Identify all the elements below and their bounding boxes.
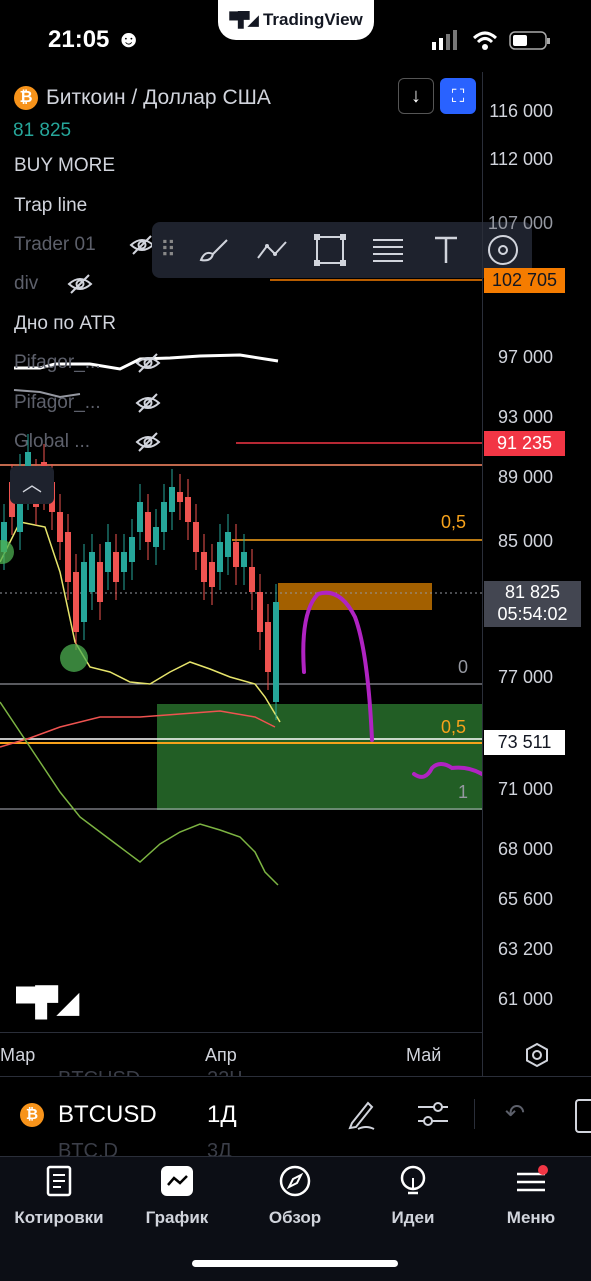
signal-circle	[60, 644, 88, 672]
candle-body	[177, 492, 183, 502]
drawing-toolbar[interactable]: ⠿	[152, 222, 532, 278]
tab-ideas[interactable]: Идеи	[354, 1165, 472, 1228]
symbol-ticker-button[interactable]: BTCUSD	[58, 1101, 157, 1129]
symbol-price: 81 825	[13, 120, 72, 141]
home-indicator	[192, 1260, 398, 1267]
status-icons	[432, 30, 550, 50]
candle-body	[121, 552, 127, 572]
candle-body	[81, 562, 87, 622]
candle-body	[217, 542, 223, 572]
brush-icon[interactable]	[197, 234, 231, 266]
tab-chart[interactable]: График	[118, 1165, 236, 1228]
pencil-icon[interactable]	[344, 1097, 378, 1131]
text-tool-icon[interactable]	[429, 234, 463, 266]
candle-body	[265, 622, 271, 672]
tab-overview[interactable]: Обзор	[236, 1165, 354, 1228]
lightbulb-icon	[400, 1165, 426, 1195]
eye-hidden-icon[interactable]	[135, 352, 161, 374]
legend-pifagor-2[interactable]: Pifagor_...	[14, 392, 101, 414]
eye-hidden-icon[interactable]	[67, 273, 93, 295]
legend-pifagor-1[interactable]: Pifagor_...	[14, 352, 101, 374]
candle-body	[89, 552, 95, 592]
compass-icon	[279, 1165, 311, 1197]
collapse-legend-button[interactable]: ︿	[10, 466, 54, 504]
candle-body	[65, 532, 71, 582]
undo-icon[interactable]: ↶	[505, 1099, 525, 1128]
candle-body	[153, 527, 159, 547]
candle-body	[129, 537, 135, 562]
candle-body	[97, 562, 103, 602]
candle-body	[137, 502, 143, 532]
chevron-up-icon: ︿	[22, 474, 42, 496]
fib-retracement-icon[interactable]	[371, 234, 405, 266]
tradingview-logo-icon: ▀▛◢	[229, 12, 259, 29]
red-price-tag: 91 235	[484, 431, 565, 456]
candle-body	[185, 497, 191, 522]
menu-icon	[517, 1165, 548, 1192]
bar-countdown: 05:54:02	[497, 604, 568, 624]
rectangle-icon[interactable]	[313, 234, 347, 266]
legend-trader-01[interactable]: Trader 01	[14, 234, 96, 256]
trap-price-tag: 102 705	[484, 268, 565, 293]
candle-body	[57, 512, 63, 542]
fib-one-label: 1	[458, 782, 469, 802]
bitcoin-icon: ₿	[20, 1103, 44, 1127]
indicators-icon[interactable]	[416, 1099, 450, 1129]
chart-icon	[161, 1166, 193, 1196]
legend-global[interactable]: Global ...	[14, 431, 90, 453]
quotes-icon	[46, 1165, 72, 1197]
eye-hidden-icon[interactable]	[135, 431, 161, 453]
candle-body	[273, 602, 279, 702]
fib-zero-label: 0	[458, 657, 469, 677]
fib-upper-label: 0,5	[441, 512, 467, 532]
candle-body	[73, 572, 79, 632]
eye-hidden-icon[interactable]	[135, 392, 161, 414]
symbol-header[interactable]: ₿ Биткоин / Доллар США	[14, 86, 271, 110]
bitcoin-icon: ₿	[14, 86, 38, 110]
candle-body	[225, 532, 231, 557]
symbol-title: Биткоин / Доллар США	[46, 86, 271, 109]
target-box	[278, 583, 432, 610]
fib-lower-label: 0,5	[441, 717, 467, 737]
legend-buy-more[interactable]: BUY MORE	[14, 155, 115, 177]
candle-body	[233, 542, 239, 567]
interval-button[interactable]: 1Д	[207, 1101, 237, 1129]
download-button[interactable]: ↓	[398, 78, 434, 114]
divider	[474, 1099, 475, 1129]
settings-hex-icon[interactable]	[524, 1042, 550, 1068]
arrow-down-icon: ↓	[411, 85, 421, 107]
candle-body	[249, 567, 255, 592]
current-price-tag: 81 825 05:54:02	[484, 581, 581, 627]
trend-line-icon[interactable]	[255, 234, 289, 266]
legend-trap-line[interactable]: Trap line	[14, 195, 87, 217]
status-time: 21:05 ☻	[48, 26, 142, 53]
candle-body	[241, 552, 247, 567]
candle-body	[113, 552, 119, 582]
more-icon[interactable]	[575, 1099, 591, 1133]
tab-quotes[interactable]: Котировки	[0, 1165, 118, 1228]
fullscreen-icon: ⛶	[451, 86, 465, 106]
drag-handle-icon[interactable]: ⠿	[160, 234, 194, 266]
fib-green-zone	[157, 704, 482, 810]
fullscreen-button[interactable]: ⛶	[440, 78, 476, 114]
candle-body	[201, 552, 207, 582]
legend-div[interactable]: div	[14, 273, 38, 295]
candle-body	[209, 562, 215, 587]
candle-body	[193, 522, 199, 552]
price-axis[interactable]: 116 000 112 000 107 000 97 000 93 000 89…	[482, 72, 591, 1032]
tradingview-pill[interactable]: ▀▛◢ TradingView	[218, 0, 374, 40]
white-price-tag: 73 511	[484, 730, 565, 755]
candle-body	[105, 542, 111, 572]
candle-body	[161, 502, 167, 532]
tradingview-watermark-icon: ⁠▀▛◢	[16, 985, 79, 1020]
tab-menu[interactable]: Меню	[472, 1165, 590, 1228]
candle-body	[257, 592, 263, 632]
legend-atr-bottom[interactable]: Дно по ATR	[14, 313, 116, 335]
candle-body	[145, 512, 151, 542]
candle-body	[169, 487, 175, 512]
